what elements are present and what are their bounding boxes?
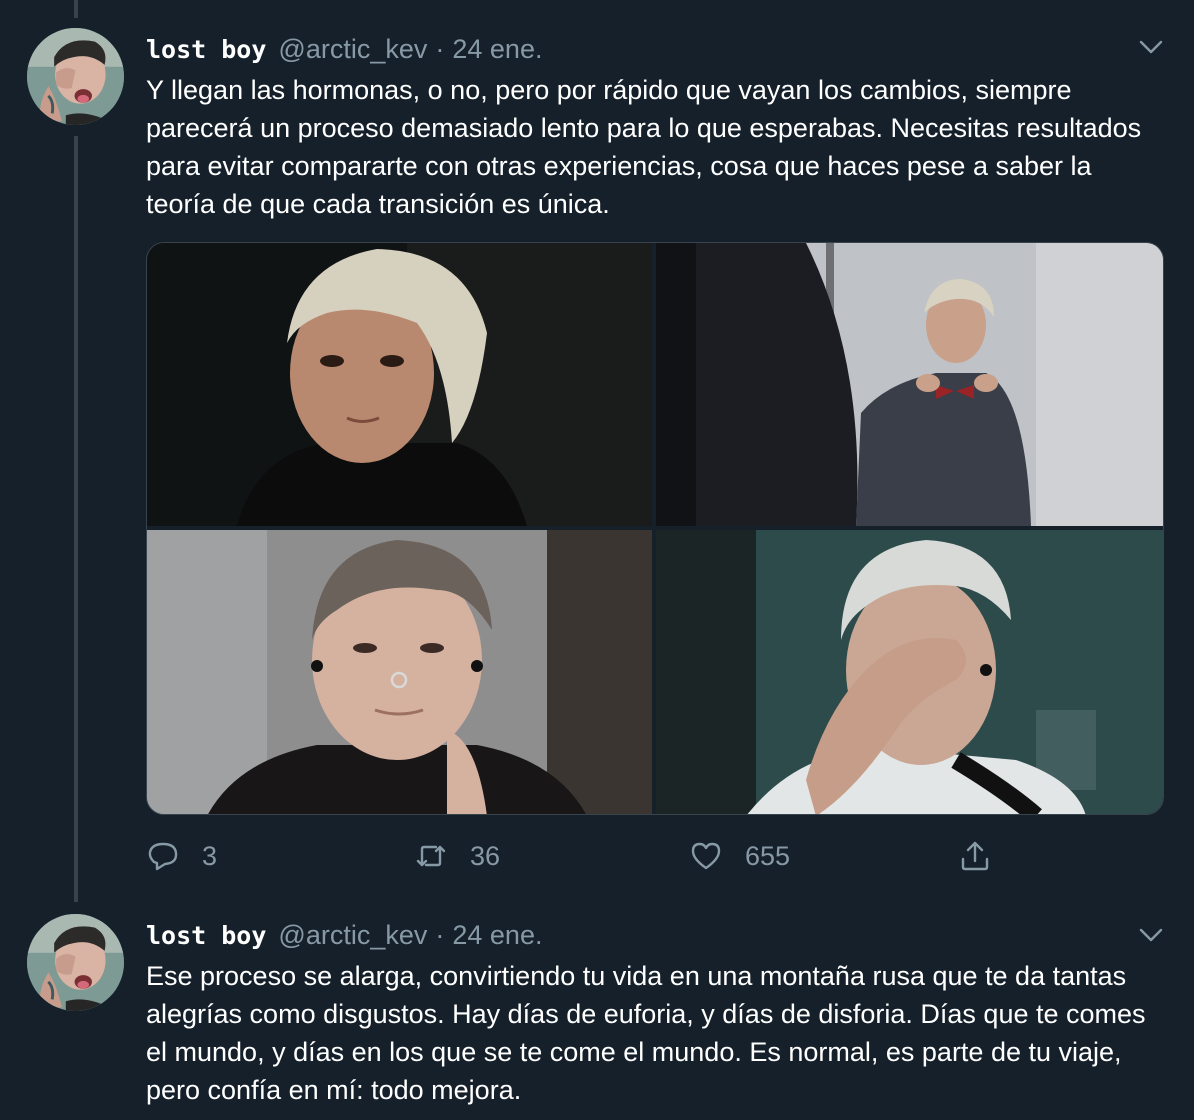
tweet[interactable]: lost boy @arctic_kev · 24 ene. Ese proce… <box>0 900 1194 1120</box>
tweet[interactable]: lost boy @arctic_kev · 24 ene. Y llegan … <box>0 0 1194 900</box>
reply-count: 3 <box>202 840 218 871</box>
like-icon <box>691 842 721 870</box>
retweet-button[interactable]: 36 <box>414 830 500 882</box>
media-grid <box>146 242 1164 815</box>
user-handle[interactable]: @arctic_kev <box>278 34 427 65</box>
tweet-text: Ese proceso se alarga, convirtiendo tu v… <box>146 961 1146 1105</box>
tweet-header: lost boy @arctic_kev · 24 ene. <box>146 34 542 68</box>
photo-mirror-bowtie[interactable] <box>656 243 1163 526</box>
tweet-text: Y llegan las hormonas, o no, pero por rá… <box>146 75 1142 219</box>
reply-icon <box>148 842 178 871</box>
avatar[interactable] <box>27 28 124 125</box>
separator-dot: · <box>435 34 445 64</box>
tweet-date[interactable]: 24 ene. <box>452 34 542 65</box>
share-button[interactable] <box>958 830 1014 882</box>
tweet-header: lost boy @arctic_kev · 24 ene. <box>146 920 542 954</box>
avatar[interactable] <box>27 914 124 1011</box>
retweet-icon <box>416 845 446 867</box>
photo-selfie-dark[interactable] <box>147 243 652 526</box>
tweet-date[interactable]: 24 ene. <box>452 920 542 951</box>
photo-hand-over-face[interactable] <box>656 530 1163 814</box>
like-button[interactable]: 655 <box>689 830 790 882</box>
chevron-down-icon[interactable] <box>1138 922 1164 948</box>
display-name[interactable]: lost boy <box>146 35 266 64</box>
chevron-down-icon[interactable] <box>1138 34 1164 60</box>
separator-dot: · <box>435 920 445 950</box>
display-name[interactable]: lost boy <box>146 921 266 950</box>
tweet-actions: 3 36 655 <box>146 830 1006 882</box>
share-icon <box>961 841 989 871</box>
user-handle[interactable]: @arctic_kev <box>278 920 427 951</box>
photo-septum-piercing[interactable] <box>147 530 652 814</box>
like-count: 655 <box>745 840 791 871</box>
retweet-count: 36 <box>470 840 501 871</box>
reply-button[interactable]: 3 <box>146 830 217 882</box>
